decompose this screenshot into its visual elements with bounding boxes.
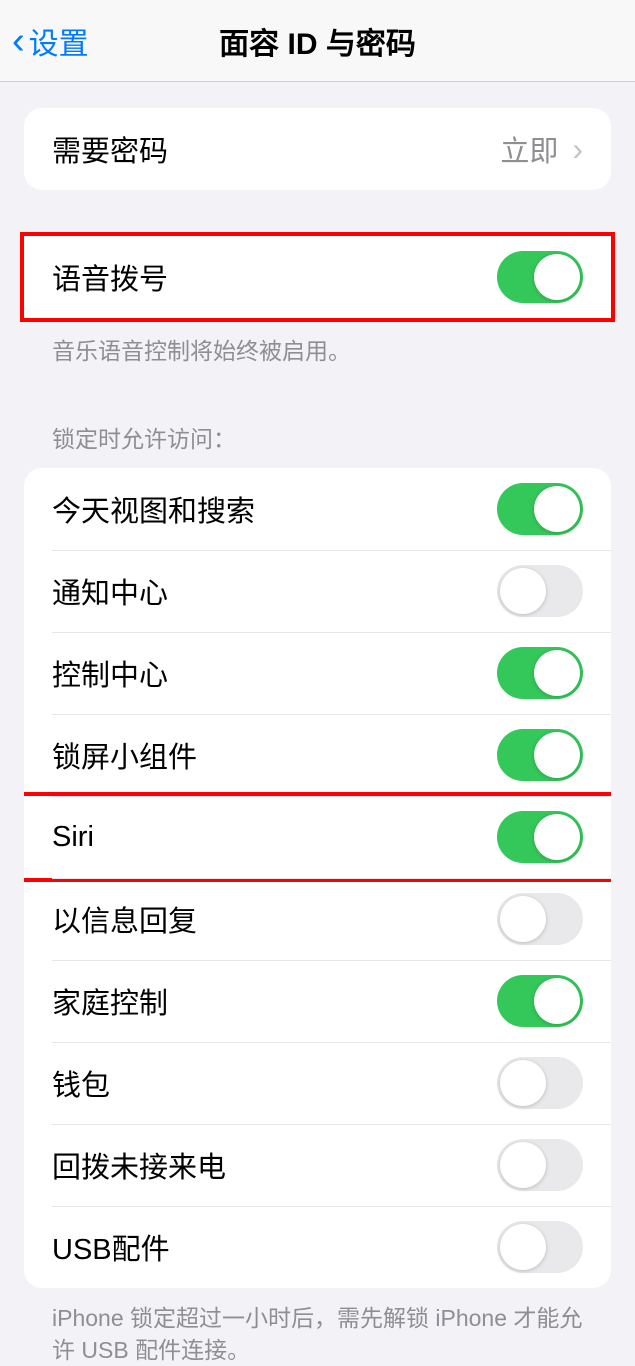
siri-toggle[interactable] [497, 811, 583, 863]
item-label: 控制中心 [52, 652, 168, 694]
item-label: USB配件 [52, 1226, 170, 1268]
item-label: 通知中心 [52, 570, 168, 612]
item-label: Siri [52, 821, 94, 854]
chevron-left-icon: ‹ [12, 22, 25, 60]
list-item: 回拨未接来电 [24, 1124, 611, 1206]
list-item: 以信息回复 [24, 878, 611, 960]
content-area: 需要密码 立即 › 语音拨号 音乐语音控制将始终被启用。 锁定时允许访问： 今天… [0, 82, 635, 1366]
chevron-right-icon: › [572, 131, 583, 168]
back-button[interactable]: ‹ 设置 [12, 19, 89, 63]
item-label: 锁屏小组件 [52, 734, 197, 776]
require-passcode-value: 立即 [500, 128, 558, 170]
locked-access-footer: iPhone 锁定超过一小时后，需先解锁 iPhone 才能允许 USB 配件连… [24, 1288, 611, 1366]
usb-accessories-toggle[interactable] [497, 1221, 583, 1273]
home-control-toggle[interactable] [497, 975, 583, 1027]
control-center-toggle[interactable] [497, 647, 583, 699]
back-label: 设置 [29, 19, 89, 63]
list-item: 钱包 [24, 1042, 611, 1124]
list-item: 锁屏小组件 [24, 714, 611, 796]
list-item: Siri [24, 796, 611, 878]
today-view-toggle[interactable] [497, 483, 583, 535]
item-label: 今天视图和搜索 [52, 488, 255, 530]
list-item: 今天视图和搜索 [24, 468, 611, 550]
list-item: 家庭控制 [24, 960, 611, 1042]
item-label: 家庭控制 [52, 980, 168, 1022]
list-item: 控制中心 [24, 632, 611, 714]
list-item: USB配件 [24, 1206, 611, 1288]
page-title: 面容 ID 与密码 [219, 19, 416, 63]
notification-center-toggle[interactable] [497, 565, 583, 617]
locked-access-header: 锁定时允许访问： [24, 366, 611, 468]
return-missed-calls-toggle[interactable] [497, 1139, 583, 1191]
wallet-toggle[interactable] [497, 1057, 583, 1109]
reply-with-message-toggle[interactable] [497, 893, 583, 945]
voice-dial-group: 语音拨号 [24, 236, 611, 318]
voice-dial-toggle[interactable] [497, 251, 583, 303]
item-label: 以信息回复 [52, 898, 197, 940]
lock-screen-widgets-toggle[interactable] [497, 729, 583, 781]
item-label: 钱包 [52, 1062, 110, 1104]
require-passcode-row[interactable]: 需要密码 立即 › [24, 108, 611, 190]
voice-dial-row: 语音拨号 [24, 236, 611, 318]
nav-header: ‹ 设置 面容 ID 与密码 [0, 0, 635, 82]
voice-dial-footer: 音乐语音控制将始终被启用。 [24, 318, 611, 366]
require-passcode-group: 需要密码 立即 › [24, 108, 611, 190]
locked-access-group: 今天视图和搜索通知中心控制中心锁屏小组件 Siri 以信息回复家庭控制钱包回拨未接来… [24, 468, 611, 1288]
item-label: 回拨未接来电 [52, 1144, 226, 1186]
require-passcode-label: 需要密码 [52, 128, 168, 170]
voice-dial-label: 语音拨号 [52, 256, 168, 298]
list-item: 通知中心 [24, 550, 611, 632]
